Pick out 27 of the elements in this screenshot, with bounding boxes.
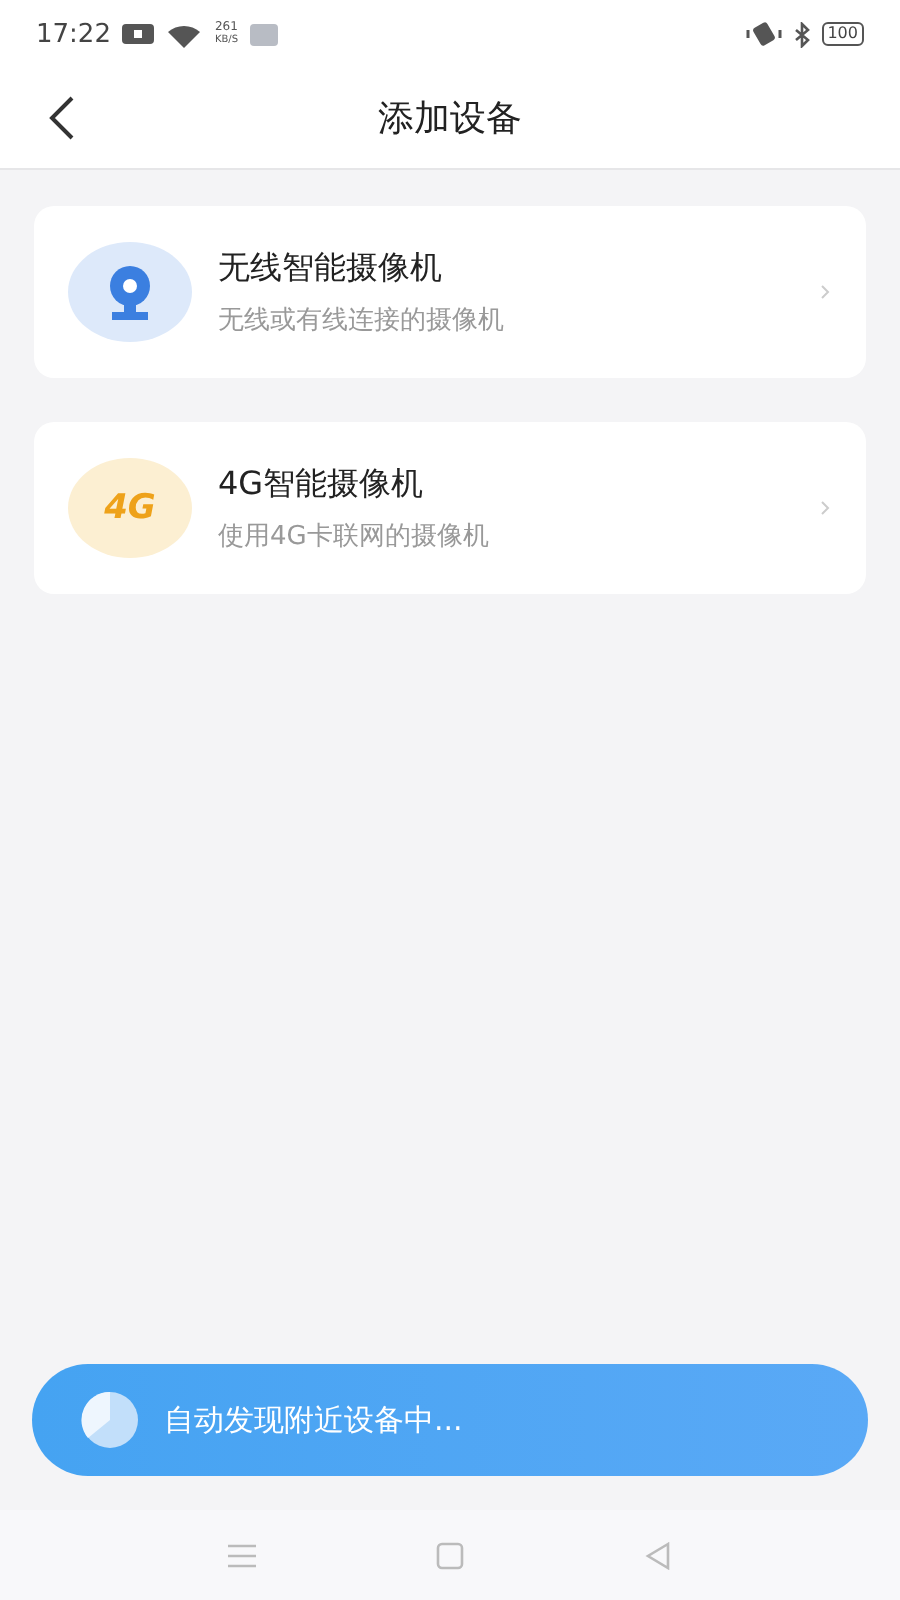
vibrate-icon xyxy=(745,22,782,46)
app-notification-icon xyxy=(250,23,279,45)
back-triangle-icon xyxy=(644,1541,672,1569)
bluetooth-icon xyxy=(793,21,810,47)
battery-level: 100 xyxy=(821,22,864,46)
device-description: 无线或有线连接的摄像机 xyxy=(218,303,506,337)
wifi-icon xyxy=(166,21,203,47)
chevron-icon xyxy=(820,500,830,516)
device-title: 无线智能摄像机 xyxy=(218,247,444,289)
home-button[interactable] xyxy=(436,1541,464,1569)
back-icon xyxy=(48,94,76,142)
menu-button[interactable] xyxy=(228,1543,256,1567)
scan-status-text: 自动发现附近设备中... xyxy=(164,1401,463,1439)
chevron-icon xyxy=(820,284,830,300)
clock-time: 17:22 xyxy=(36,19,111,49)
4g-icon: 4G xyxy=(68,458,192,558)
back-nav-button[interactable] xyxy=(644,1541,672,1569)
menu-icon xyxy=(228,1543,256,1567)
page-title: 添加设备 xyxy=(378,96,522,142)
device-description: 使用4G卡联网的摄像机 xyxy=(218,519,491,553)
notification-icon xyxy=(122,24,155,44)
device-card[interactable]: 无线智能摄像机 无线或有线连接的摄像机 xyxy=(34,206,866,378)
back-button[interactable] xyxy=(48,94,76,142)
device-card[interactable]: 4G 4G智能摄像机 使用4G卡联网的摄像机 xyxy=(34,422,866,594)
home-icon xyxy=(436,1541,464,1569)
radar-icon xyxy=(80,1390,140,1450)
device-title: 4G智能摄像机 xyxy=(218,463,426,505)
